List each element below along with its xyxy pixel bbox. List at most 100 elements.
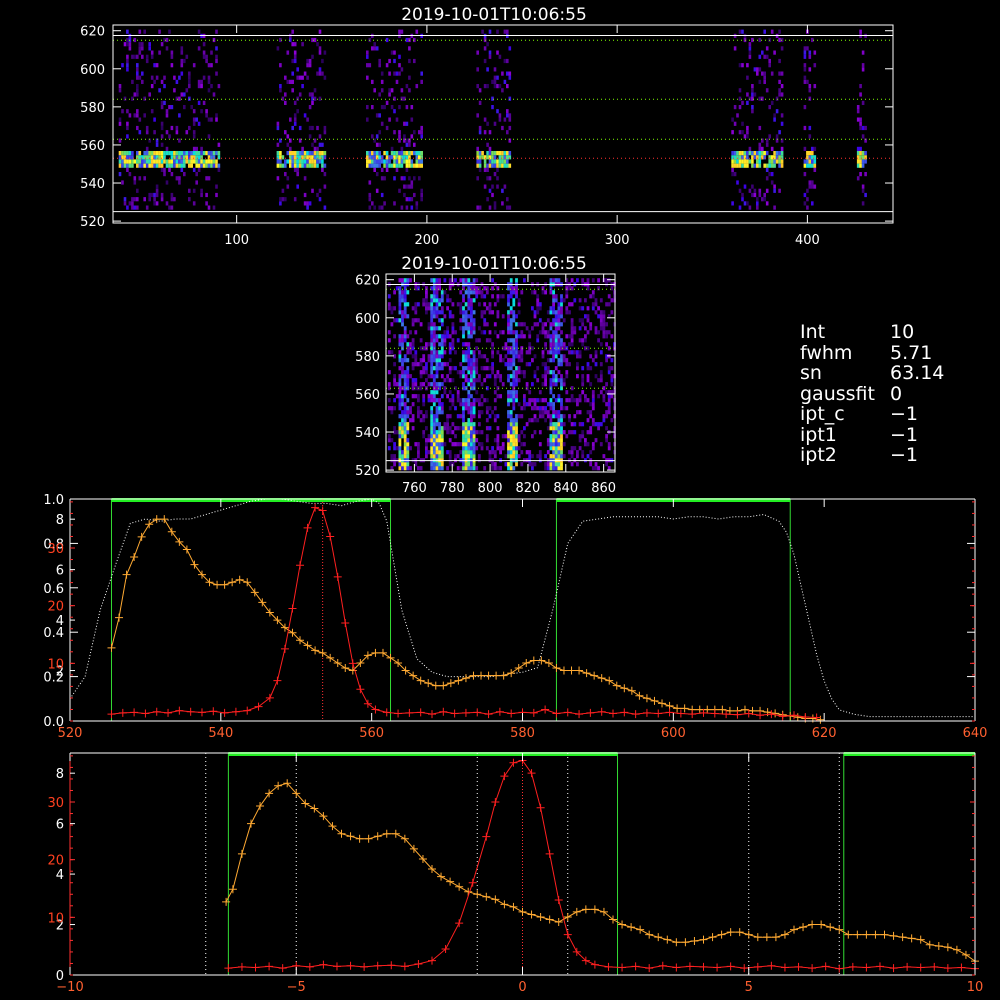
spectrogram-pixel	[195, 151, 198, 156]
spectrogram-pixel	[284, 172, 287, 177]
spectrogram-pixel	[150, 151, 154, 156]
spectrogram-pixel	[153, 197, 156, 202]
spectrogram-pixel	[303, 159, 307, 164]
spectrogram-pixel	[544, 362, 547, 367]
spectrogram-pixel	[581, 454, 585, 459]
spectrogram-pixel	[188, 96, 191, 101]
spectrogram-pixel	[773, 151, 776, 156]
spectrogram-pixel	[435, 462, 439, 467]
data-point	[237, 849, 246, 858]
spectrogram-pixel	[581, 422, 585, 427]
spectrogram-pixel	[443, 362, 447, 367]
spectrogram-pixel	[806, 155, 809, 160]
spectrogram-pixel	[576, 354, 579, 359]
spectrogram-pixel	[150, 109, 154, 114]
spectrogram-pixel	[200, 79, 203, 84]
spectrogram-pixel	[493, 205, 497, 210]
spectrogram-pixel	[602, 454, 606, 459]
spectrogram-pixel	[462, 466, 465, 471]
spectrogram-pixel	[780, 163, 784, 168]
spectrogram-pixel	[478, 125, 482, 131]
spectrogram-pixel	[610, 334, 614, 339]
spectrogram-pixel	[462, 446, 465, 451]
spectrogram-pixel	[145, 130, 149, 135]
spectrogram-pixel	[207, 88, 211, 93]
spectrogram-pixel	[318, 155, 322, 160]
spectrogram-pixel	[528, 362, 532, 367]
spectrogram-pixel	[554, 454, 558, 459]
spectrogram-pixel	[733, 46, 737, 51]
spectrogram-pixel	[160, 197, 164, 202]
spectrogram-pixel	[491, 96, 494, 101]
spectrogram-pixel	[375, 46, 379, 51]
spectrogram-pixel	[470, 410, 473, 415]
spectrogram-pixel	[398, 394, 402, 399]
spectrogram-pixel	[509, 330, 513, 335]
spectrogram-pixel	[411, 354, 415, 359]
spectrogram-pixel	[538, 330, 542, 335]
spectrogram-pixel	[576, 462, 579, 467]
spectrogram-pixel	[586, 330, 590, 335]
spectrogram-pixel	[478, 354, 481, 359]
data-point	[256, 801, 265, 810]
spectrogram-pixel	[205, 54, 208, 59]
spectrogram-pixel	[491, 362, 494, 367]
spectrogram-pixel	[605, 438, 608, 443]
spectrogram-pixel	[552, 322, 555, 327]
spectrogram-pixel	[435, 286, 439, 291]
spectrogram-pixel	[486, 142, 489, 147]
spectrogram-pixel	[607, 402, 611, 407]
spectrogram-pixel	[438, 342, 441, 347]
spectrogram-pixel	[454, 350, 457, 355]
spectrogram-pixel	[536, 454, 540, 459]
spectrogram-pixel	[408, 163, 411, 168]
spectrogram-pixel	[515, 290, 518, 295]
data-point	[529, 656, 538, 665]
spectrogram-pixel	[202, 54, 206, 59]
spectrogram-pixel	[405, 167, 409, 172]
spectrogram-pixel	[552, 430, 555, 435]
info-key: ipt2	[800, 444, 837, 466]
spectrogram-pixel	[405, 84, 409, 89]
spectrogram-pixel	[470, 314, 473, 319]
spectrogram-pixel	[316, 159, 319, 164]
spectrogram-pixel	[368, 151, 372, 156]
data-point	[228, 885, 237, 894]
spectrogram-pixel	[472, 442, 476, 447]
spectrogram-pixel	[160, 142, 164, 147]
spectrogram-pixel	[123, 201, 127, 206]
spectrogram-pixel	[417, 302, 420, 307]
spectrogram-pixel	[451, 398, 455, 403]
spectrogram-pixel	[549, 446, 553, 451]
spectrogram-pixel	[560, 414, 563, 419]
x-tick-label: 0	[518, 980, 526, 995]
spectrogram-pixel	[554, 374, 558, 379]
spectrogram-pixel	[155, 151, 159, 156]
spectrogram-pixel	[405, 184, 409, 189]
spectrogram-pixel	[808, 50, 812, 55]
spectrogram-pixel	[318, 142, 322, 147]
spectrogram-pixel	[591, 402, 595, 407]
spectrogram-pixel	[438, 422, 441, 427]
spectrogram-pixel	[393, 406, 396, 411]
spectrogram-pixel	[430, 330, 434, 335]
spectrogram-pixel	[432, 390, 436, 395]
spectrogram-pixel	[509, 442, 513, 447]
spectrogram-pixel	[499, 330, 502, 335]
spectrogram-pixel	[459, 302, 463, 307]
spectrogram-pixel	[303, 71, 307, 76]
spectrogram-pixel	[123, 159, 127, 164]
spectrogram-pixel	[414, 318, 418, 323]
data-point	[363, 699, 372, 708]
spectrogram-pixel	[419, 466, 423, 471]
spectrogram-pixel	[528, 342, 532, 347]
spectrogram-pixel	[512, 374, 516, 379]
data-point	[672, 938, 681, 947]
spectrogram-pixel	[493, 75, 497, 80]
y-tick-label: 8	[56, 513, 64, 528]
spectrogram-pixel	[438, 310, 441, 315]
spectrogram-pixel	[432, 330, 436, 335]
spectrogram-pixel	[126, 109, 129, 114]
spectrogram-pixel	[464, 466, 468, 471]
spectrogram-pixel	[507, 286, 510, 291]
